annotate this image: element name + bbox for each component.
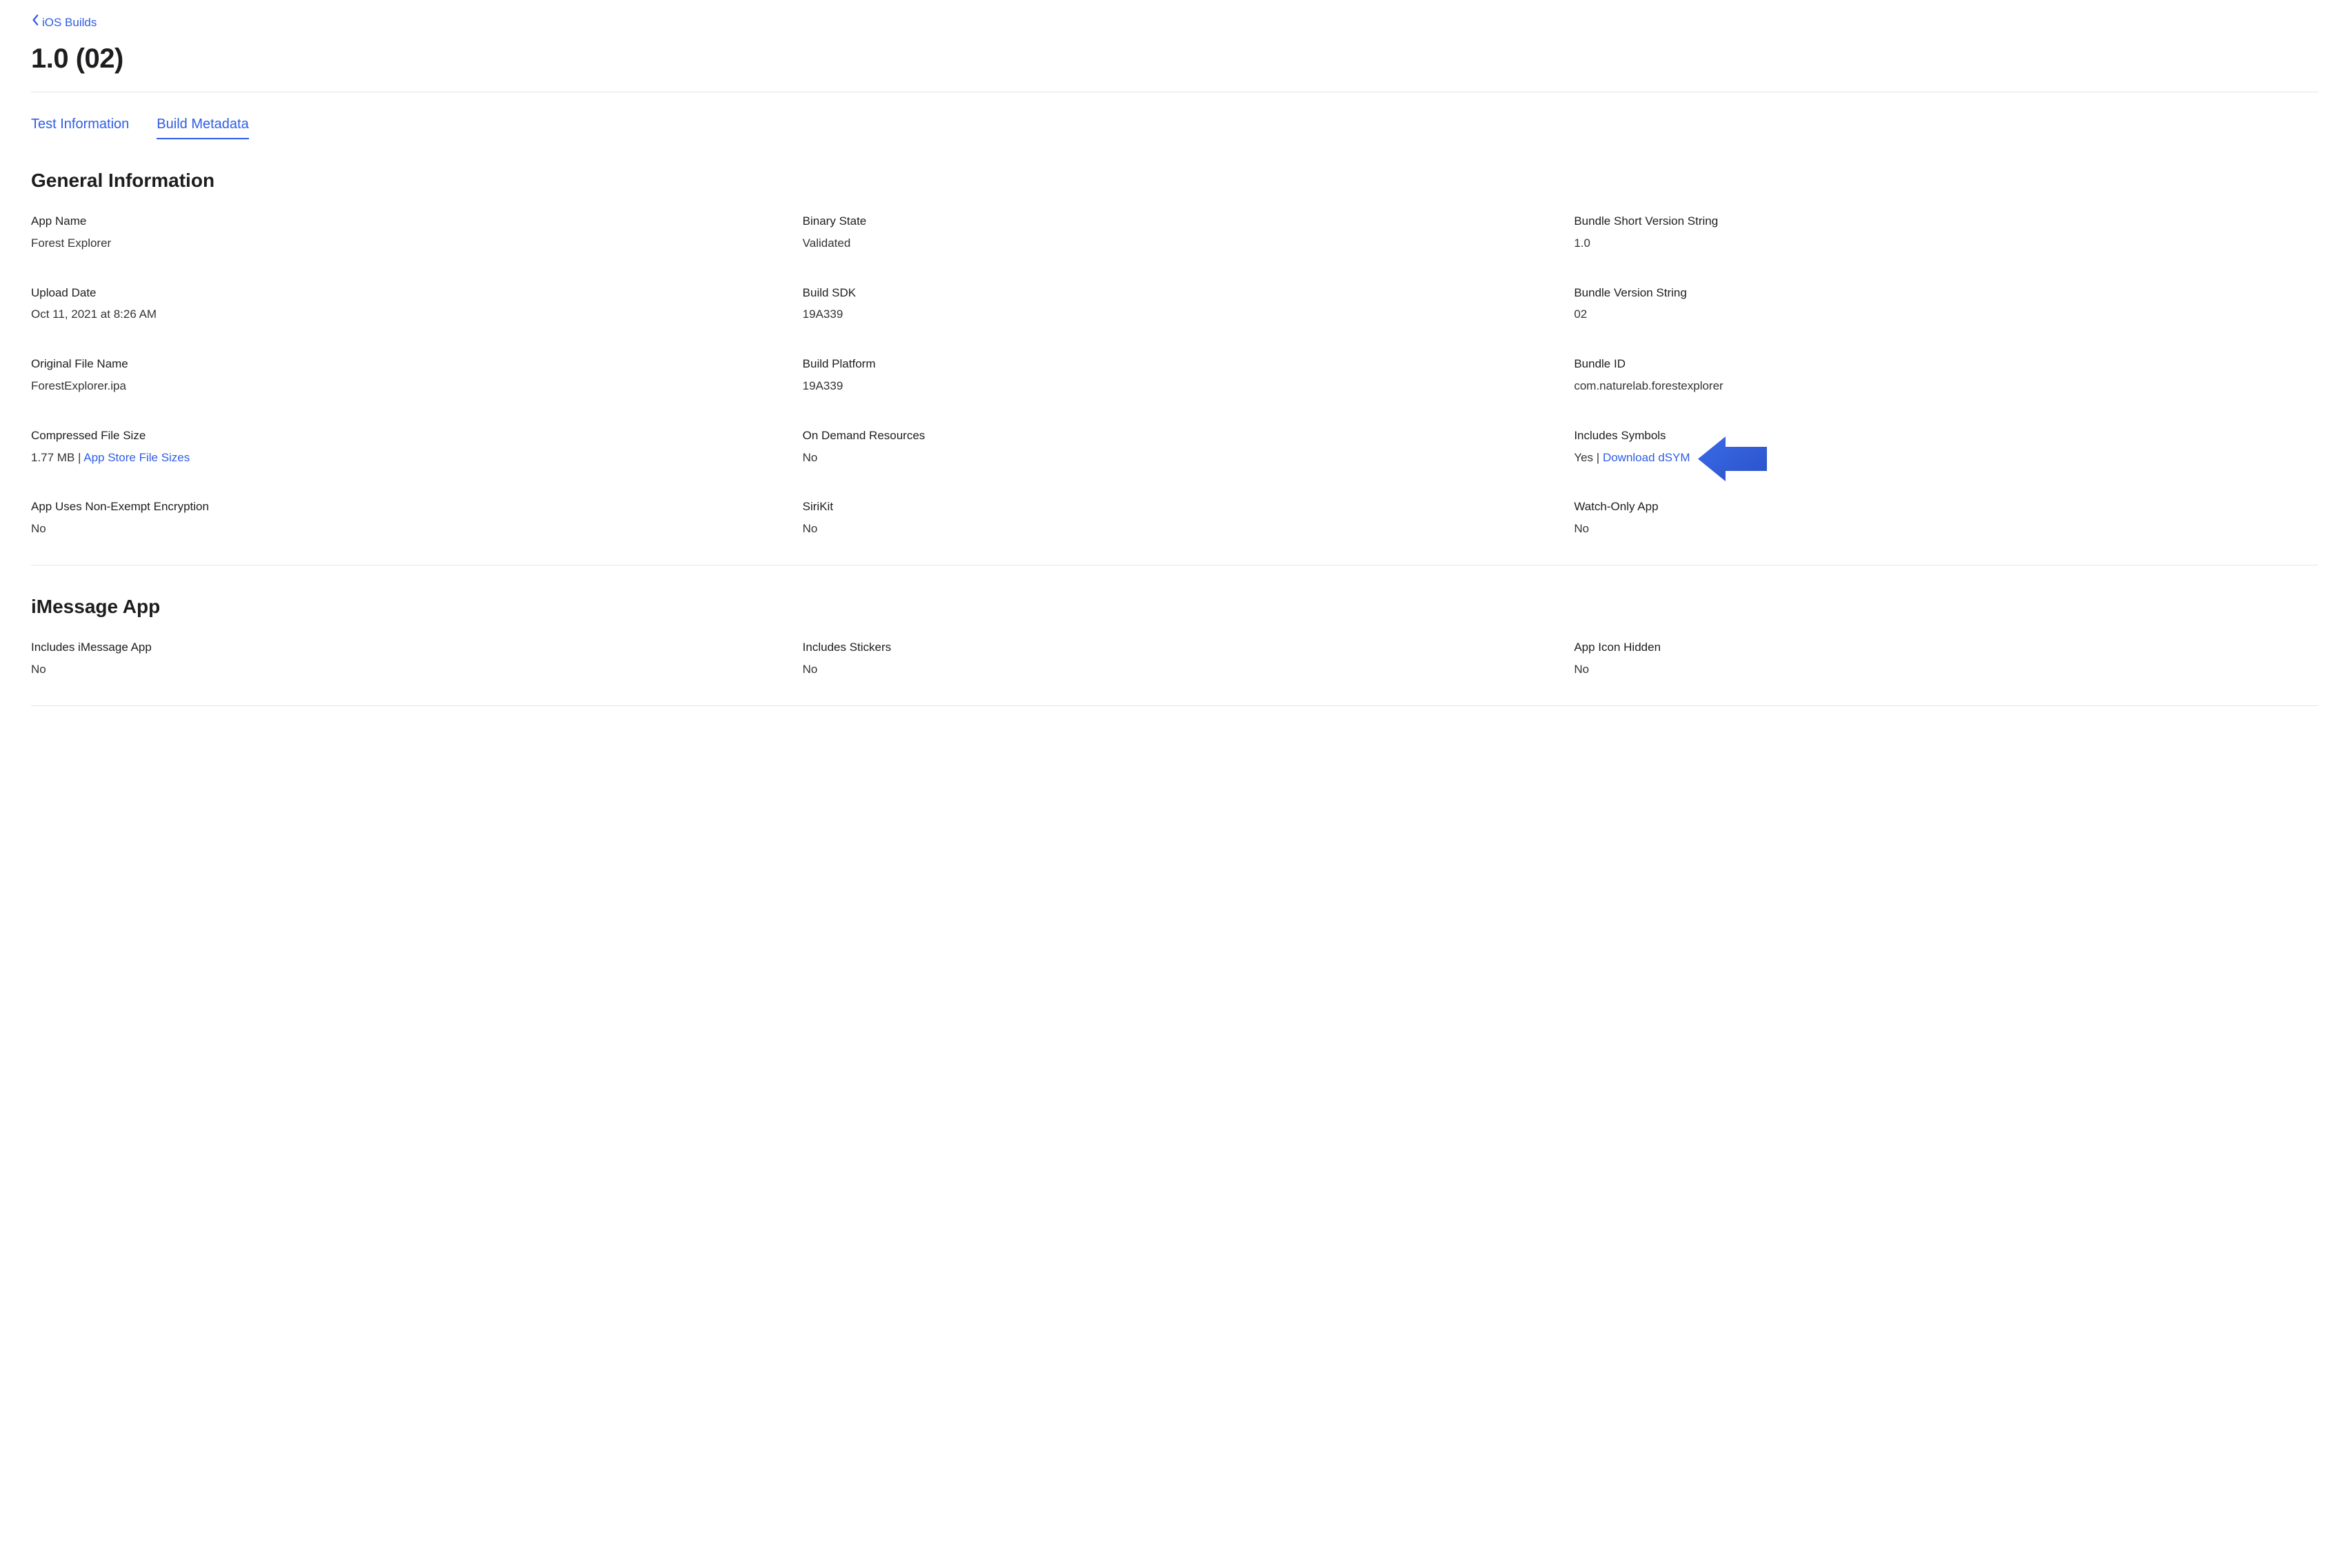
field-label: Binary State [803,213,1547,230]
field-value: 1.77 MB | App Store File Sizes [31,450,775,466]
section-heading-imessage: iMessage App [31,593,2318,620]
field-label: Upload Date [31,285,775,301]
field-label: SiriKit [803,499,1547,515]
field-label: Includes iMessage App [31,639,775,656]
field-app-name: App Name Forest Explorer [31,213,775,252]
field-watch-only-app: Watch-Only App No [1574,499,2318,537]
field-label: App Name [31,213,775,230]
field-value: No [1574,521,2318,537]
field-value: No [803,521,1547,537]
field-binary-state: Binary State Validated [803,213,1547,252]
field-bundle-version: Bundle Version String 02 [1574,285,2318,323]
field-value: No [803,661,1547,678]
app-store-file-sizes-link[interactable]: App Store File Sizes [83,451,190,464]
download-dsym-link[interactable]: Download dSYM [1603,451,1690,464]
back-link-label: iOS Builds [42,14,97,31]
field-label: Build Platform [803,356,1547,372]
page-title: 1.0 (02) [31,39,2318,78]
field-includes-stickers: Includes Stickers No [803,639,1547,678]
arrow-left-icon [1698,433,1767,485]
tab-bar: Test Information Build Metadata [31,114,2318,139]
field-value: Validated [803,235,1547,252]
field-build-sdk: Build SDK 19A339 [803,285,1547,323]
field-includes-imessage-app: Includes iMessage App No [31,639,775,678]
separator: | [74,451,83,464]
field-label: App Icon Hidden [1574,639,2318,656]
includes-symbols-value: Yes [1574,451,1593,464]
field-value: Oct 11, 2021 at 8:26 AM [31,306,775,323]
field-value: ForestExplorer.ipa [31,378,775,394]
general-info-grid: App Name Forest Explorer Binary State Va… [31,213,2318,537]
field-label: Watch-Only App [1574,499,2318,515]
chevron-left-icon [31,14,41,31]
divider [31,705,2318,706]
section-heading-general: General Information [31,167,2318,194]
field-value: 19A339 [803,306,1547,323]
compressed-size-value: 1.77 MB [31,451,74,464]
field-bundle-short-version: Bundle Short Version String 1.0 [1574,213,2318,252]
field-app-icon-hidden: App Icon Hidden No [1574,639,2318,678]
field-on-demand-resources: On Demand Resources No [803,428,1547,466]
field-value: 1.0 [1574,235,2318,252]
field-label: Original File Name [31,356,775,372]
field-value: No [31,661,775,678]
field-compressed-file-size: Compressed File Size 1.77 MB | App Store… [31,428,775,466]
field-sirikit: SiriKit No [803,499,1547,537]
field-value: No [803,450,1547,466]
tab-test-information[interactable]: Test Information [31,114,129,139]
tab-build-metadata[interactable]: Build Metadata [157,114,248,139]
field-upload-date: Upload Date Oct 11, 2021 at 8:26 AM [31,285,775,323]
field-non-exempt-encryption: App Uses Non-Exempt Encryption No [31,499,775,537]
field-original-file-name: Original File Name ForestExplorer.ipa [31,356,775,394]
field-bundle-id: Bundle ID com.naturelab.forestexplorer [1574,356,2318,394]
field-value: Forest Explorer [31,235,775,252]
field-label: Bundle Version String [1574,285,2318,301]
separator: | [1593,451,1603,464]
field-label: App Uses Non-Exempt Encryption [31,499,775,515]
field-includes-symbols: Includes Symbols Yes | Download dSYM [1574,428,2318,466]
field-value: No [31,521,775,537]
field-label: On Demand Resources [803,428,1547,444]
field-value: 02 [1574,306,2318,323]
field-label: Bundle Short Version String [1574,213,2318,230]
field-value: Yes | Download dSYM [1574,450,2318,466]
field-label: Includes Stickers [803,639,1547,656]
field-value: No [1574,661,2318,678]
field-build-platform: Build Platform 19A339 [803,356,1547,394]
field-label: Includes Symbols [1574,428,2318,444]
field-label: Bundle ID [1574,356,2318,372]
imessage-info-grid: Includes iMessage App No Includes Sticke… [31,639,2318,678]
field-label: Build SDK [803,285,1547,301]
field-value: com.naturelab.forestexplorer [1574,378,2318,394]
field-value: 19A339 [803,378,1547,394]
back-to-builds-link[interactable]: iOS Builds [31,14,97,31]
field-label: Compressed File Size [31,428,775,444]
